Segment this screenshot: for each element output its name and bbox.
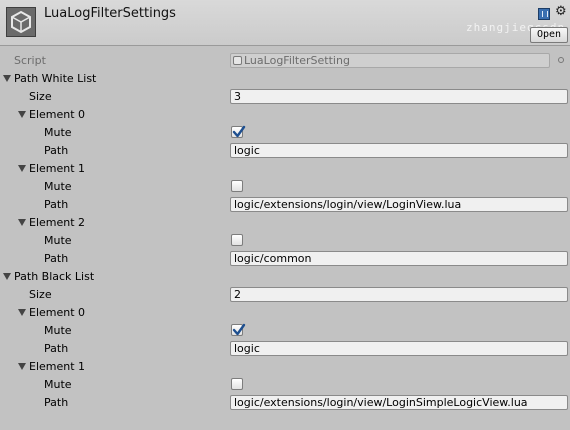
black-element-0-mute-row: Mute — [0, 322, 570, 340]
white-element-1-foldout[interactable]: Element 1 — [0, 160, 570, 178]
white-element-0-mute-row: Mute — [0, 124, 570, 142]
element-label: Element 0 — [29, 306, 86, 319]
script-label: Script — [14, 54, 46, 67]
white-list-size-input[interactable]: 3 — [230, 89, 568, 104]
mute-label: Mute — [44, 234, 72, 247]
white-element-2-mute-row: Mute — [0, 232, 570, 250]
triangle-down-icon[interactable] — [18, 111, 26, 118]
checkmark-icon — [232, 323, 246, 336]
path-input[interactable]: logic/extensions/login/view/LoginView.lu… — [230, 197, 568, 212]
path-input[interactable]: logic — [230, 143, 568, 158]
path-input[interactable]: logic/common — [230, 251, 568, 266]
path-input[interactable]: logic — [230, 341, 568, 356]
black-element-1-path-row: Path logic/extensions/login/view/LoginSi… — [0, 394, 570, 412]
triangle-down-icon[interactable] — [18, 363, 26, 370]
path-label: Path — [44, 342, 69, 355]
unity-logo-icon — [6, 7, 36, 37]
element-label: Element 1 — [29, 162, 86, 175]
script-field: LuaLogFilterSetting — [230, 53, 550, 68]
object-picker-icon[interactable] — [558, 57, 564, 63]
script-file-icon — [233, 56, 242, 65]
white-element-0-path-row: Path logic — [0, 142, 570, 160]
path-label: Path — [44, 252, 69, 265]
path-input[interactable]: logic/extensions/login/view/LoginSimpleL… — [230, 395, 568, 410]
black-list-size-row: Size 2 — [0, 286, 570, 304]
element-label: Element 1 — [29, 360, 86, 373]
white-element-2-path-row: Path logic/common — [0, 250, 570, 268]
triangle-down-icon[interactable] — [18, 165, 26, 172]
mute-checkbox-checked[interactable] — [231, 125, 246, 138]
triangle-down-icon[interactable] — [18, 309, 26, 316]
white-element-1-mute-row: Mute — [0, 178, 570, 196]
book-help-icon[interactable] — [538, 8, 550, 20]
inspector-header: LuaLogFilterSettings zhangjieqcsdn ⚙ Ope… — [0, 0, 570, 46]
mute-checkbox-checked[interactable] — [231, 323, 246, 336]
triangle-down-icon[interactable] — [3, 273, 11, 280]
mute-label: Mute — [44, 180, 72, 193]
black-element-0-foldout[interactable]: Element 0 — [0, 304, 570, 322]
element-label: Element 0 — [29, 108, 86, 121]
checkmark-icon — [232, 125, 246, 138]
black-list-size-input[interactable]: 2 — [230, 287, 568, 302]
triangle-down-icon[interactable] — [18, 219, 26, 226]
script-row: Script LuaLogFilterSetting — [0, 52, 570, 70]
white-list-size-row: Size 3 — [0, 88, 570, 106]
black-element-1-foldout[interactable]: Element 1 — [0, 358, 570, 376]
open-button[interactable]: Open — [530, 27, 568, 43]
mute-label: Mute — [44, 324, 72, 337]
white-element-1-path-row: Path logic/extensions/login/view/LoginVi… — [0, 196, 570, 214]
mute-checkbox[interactable] — [231, 180, 243, 192]
black-element-1-mute-row: Mute — [0, 376, 570, 394]
mute-label: Mute — [44, 126, 72, 139]
white-element-0-foldout[interactable]: Element 0 — [0, 106, 570, 124]
size-label: Size — [29, 90, 52, 103]
mute-checkbox[interactable] — [231, 234, 243, 246]
triangle-down-icon[interactable] — [3, 75, 11, 82]
mute-checkbox[interactable] — [231, 378, 243, 390]
black-list-foldout[interactable]: Path Black List — [0, 268, 570, 286]
path-label: Path — [44, 396, 69, 409]
white-element-2-foldout[interactable]: Element 2 — [0, 214, 570, 232]
gear-icon[interactable]: ⚙ — [555, 5, 567, 18]
asset-title: LuaLogFilterSettings — [44, 6, 176, 21]
script-value: LuaLogFilterSetting — [244, 54, 350, 67]
path-label: Path — [44, 198, 69, 211]
black-element-0-path-row: Path logic — [0, 340, 570, 358]
element-label: Element 2 — [29, 216, 86, 229]
white-list-foldout[interactable]: Path White List — [0, 70, 570, 88]
white-list-label: Path White List — [14, 72, 97, 85]
path-label: Path — [44, 144, 69, 157]
black-list-label: Path Black List — [14, 270, 95, 283]
mute-label: Mute — [44, 378, 72, 391]
size-label: Size — [29, 288, 52, 301]
